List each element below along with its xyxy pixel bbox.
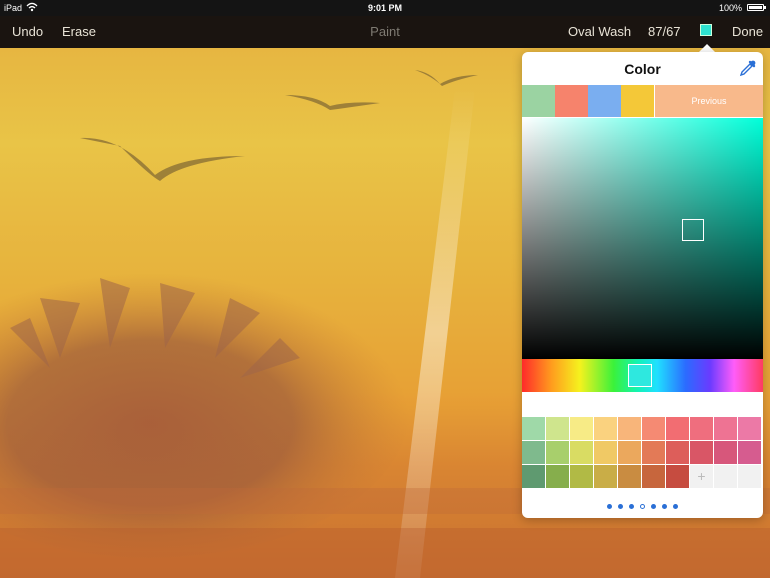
previous-color-button[interactable]: Previous <box>655 85 763 117</box>
palette-color-swatch[interactable] <box>666 465 690 489</box>
palette-color-swatch[interactable] <box>546 465 570 489</box>
recent-color-swatch[interactable] <box>588 85 621 117</box>
palette-color-swatch[interactable] <box>690 417 714 441</box>
done-button[interactable]: Done <box>732 24 763 39</box>
palette-color-swatch[interactable] <box>570 417 594 441</box>
palette-color-swatch[interactable] <box>666 441 690 465</box>
toolbar: Undo Erase Paint Oval Wash 87/67 Done <box>0 16 770 48</box>
palette-color-swatch[interactable] <box>546 417 570 441</box>
palette-color-swatch[interactable] <box>690 441 714 465</box>
saturation-brightness-marker[interactable] <box>682 219 704 241</box>
popover-title: Color <box>624 61 661 77</box>
palette-color-swatch[interactable] <box>642 417 666 441</box>
recent-color-swatch[interactable] <box>522 85 555 117</box>
page-dot[interactable] <box>640 504 645 509</box>
brush-button[interactable]: Oval Wash <box>568 24 631 39</box>
palette-color-swatch[interactable] <box>714 441 738 465</box>
saturation-brightness-picker[interactable] <box>522 118 763 359</box>
status-bar: iPad 9:01 PM 100% <box>0 0 770 16</box>
color-popover: Color Previous + <box>522 52 763 518</box>
recent-color-swatch[interactable] <box>555 85 588 117</box>
page-dot[interactable] <box>651 504 656 509</box>
palette-color-swatch[interactable] <box>522 465 546 489</box>
palette-color-swatch[interactable] <box>642 441 666 465</box>
color-swatch-button[interactable] <box>700 24 712 36</box>
palette-color-swatch[interactable] <box>546 441 570 465</box>
popover-header: Color <box>522 52 763 85</box>
palette-color-swatch[interactable] <box>570 465 594 489</box>
palette-color-swatch[interactable] <box>522 417 546 441</box>
palette-color-swatch[interactable] <box>570 441 594 465</box>
palette-grid: + <box>522 417 763 491</box>
eyedropper-icon[interactable] <box>739 59 757 77</box>
add-color-button[interactable]: + <box>690 465 714 489</box>
palette-color-swatch[interactable] <box>714 417 738 441</box>
palette-color-swatch[interactable] <box>618 465 642 489</box>
palette-color-swatch[interactable] <box>594 441 618 465</box>
brush-size-button[interactable]: 87/67 <box>648 24 681 39</box>
battery-icon <box>747 4 766 11</box>
palette-color-swatch[interactable] <box>594 465 618 489</box>
page-dot[interactable] <box>662 504 667 509</box>
palette-color-swatch[interactable] <box>738 417 762 441</box>
empty-palette-slot[interactable] <box>738 465 762 489</box>
hue-slider-handle[interactable] <box>628 364 652 387</box>
page-dot[interactable] <box>607 504 612 509</box>
palette-color-swatch[interactable] <box>522 441 546 465</box>
empty-palette-slot[interactable] <box>714 465 738 489</box>
palette-color-swatch[interactable] <box>618 441 642 465</box>
palette-color-swatch[interactable] <box>618 417 642 441</box>
palette-color-swatch[interactable] <box>666 417 690 441</box>
palette-color-swatch[interactable] <box>738 441 762 465</box>
page-dot[interactable] <box>629 504 634 509</box>
palette-color-swatch[interactable] <box>594 417 618 441</box>
status-time: 9:01 PM <box>367 3 402 13</box>
battery-percent: 100% <box>718 3 742 13</box>
hue-slider[interactable] <box>522 359 763 392</box>
recent-color-swatch[interactable] <box>621 85 654 117</box>
page-dot[interactable] <box>618 504 623 509</box>
palette-color-swatch[interactable] <box>642 465 666 489</box>
battery-fill <box>749 6 762 9</box>
recent-colors: Previous <box>522 85 763 117</box>
palette-page-indicator[interactable] <box>522 504 763 509</box>
page-dot[interactable] <box>673 504 678 509</box>
